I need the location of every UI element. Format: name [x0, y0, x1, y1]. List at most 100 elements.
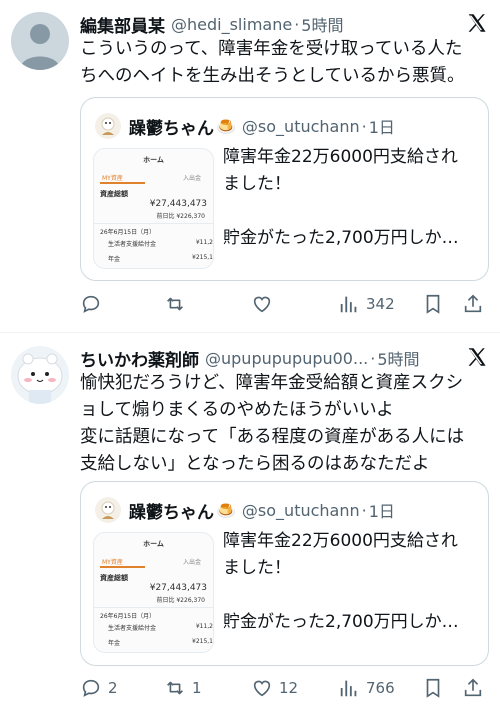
quoted-time: 1日	[368, 118, 395, 137]
x-logo-icon	[468, 14, 486, 32]
heart-icon	[253, 296, 271, 313]
avatar[interactable]	[11, 346, 69, 404]
post-text-line: 変に話題になって「ある程度の資産がある人には	[80, 427, 465, 447]
quoted-header: 躁鬱ちゃん 🍮 @so_utuchann · 1日	[95, 112, 395, 140]
action-bar: 2 1 12 766	[80, 673, 490, 703]
thumb-diff: 前日比 ¥226,370	[156, 213, 205, 220]
like-button[interactable]: 12	[251, 673, 298, 703]
thumb-row1-value: ¥11,2	[195, 623, 213, 630]
share-button[interactable]	[462, 289, 484, 319]
thumb-tab-underline	[100, 182, 145, 184]
views-button[interactable]: 342	[338, 289, 395, 319]
thumb-row1-value: ¥11,2	[195, 239, 213, 246]
bookmark-icon	[426, 294, 440, 314]
share-button[interactable]	[462, 673, 484, 703]
post-text-line: 支給しない」となったら困るのはあなただよ	[80, 454, 430, 474]
views-button[interactable]: 766	[338, 673, 395, 703]
quoted-text: 障害年金22万6000円支給され ました！ 貯金がたった2,700万円しか…	[223, 528, 478, 636]
post-time[interactable]: 5時間	[301, 12, 343, 36]
author-handle[interactable]: @upupupupupu00...	[205, 349, 368, 368]
thumb-label: 資産総額	[100, 574, 128, 582]
pudding-emoji-icon: 🍮	[216, 500, 236, 520]
separator: ·	[370, 348, 376, 368]
divider	[94, 607, 213, 608]
bookmark-button[interactable]	[422, 289, 444, 319]
divider	[94, 223, 213, 224]
separator: ·	[361, 116, 367, 136]
quoted-text-line	[223, 198, 478, 225]
thumb-tab-left: MY資産	[102, 175, 123, 182]
thumb-date: 26年6月15日（月）	[100, 613, 156, 620]
quoted-image[interactable]: ホーム MY資産 入出金 資産総額 ¥27,443,473 前日比 ¥226,3…	[93, 148, 214, 269]
thumb-diff: 前日比 ¥226,370	[156, 597, 205, 604]
thumb-row2-value: ¥215,1	[192, 254, 213, 261]
action-bar: 342	[80, 289, 490, 319]
repost-icon	[167, 681, 183, 695]
x-logo-icon	[468, 348, 486, 366]
bookmark-icon	[426, 678, 440, 698]
share-icon	[464, 294, 482, 313]
default-avatar[interactable]	[11, 12, 69, 70]
analytics-icon	[340, 680, 357, 697]
thumb-tab-underline	[100, 566, 145, 568]
thumb-tab-left: MY資産	[102, 559, 123, 566]
quoted-text-line: 障害年金22万6000円支給され	[223, 147, 458, 167]
quoted-post[interactable]: 躁鬱ちゃん 🍮 @so_utuchann · 1日 ホーム MY資産 入出金 資…	[80, 97, 489, 281]
thumb-tab-right: 入出金	[182, 175, 201, 182]
post-text-line: こういうのって、障害年金を受け取っている人た	[80, 39, 463, 59]
reply-button[interactable]	[80, 289, 108, 319]
post-text-line: ョして煽りまくるのやめたほうがいいよ	[80, 400, 394, 420]
heart-icon	[253, 680, 271, 697]
thumb-tab-home: ホーム	[143, 540, 164, 548]
thumb-date: 26年6月15日（月）	[100, 229, 156, 236]
quoted-image[interactable]: ホーム MY資産 入出金 資産総額 ¥27,443,473 前日比 ¥226,3…	[93, 532, 214, 653]
thumb-total: ¥27,443,473	[149, 199, 207, 209]
thumb-row2-value: ¥215,1	[192, 638, 213, 645]
author-name[interactable]: ちいかわ薬剤師	[80, 346, 199, 371]
separator: ·	[294, 14, 300, 34]
share-icon	[464, 678, 482, 697]
thumb-tab-home: ホーム	[143, 156, 164, 164]
repost-button[interactable]	[164, 289, 192, 319]
quoted-text-line	[223, 582, 478, 609]
author-name[interactable]: 編集部員某	[80, 12, 165, 37]
like-count: 12	[279, 679, 299, 697]
quoted-avatar	[95, 113, 121, 139]
quoted-handle: @so_utuchann	[241, 116, 360, 136]
quoted-text-line: ました！	[223, 558, 291, 578]
author-handle[interactable]: @hedi_slimane	[171, 15, 292, 34]
views-count: 342	[366, 295, 395, 313]
quoted-header: 躁鬱ちゃん 🍮 @so_utuchann · 1日	[95, 496, 395, 524]
quoted-text-line: 障害年金22万6000円支給され	[223, 531, 458, 551]
analytics-icon	[340, 296, 357, 313]
quoted-author-name: 躁鬱ちゃん	[129, 502, 214, 523]
quoted-text-line: ました！	[223, 174, 291, 194]
thumb-total: ¥27,443,473	[149, 583, 207, 593]
bookmark-button[interactable]	[422, 673, 444, 703]
repost-button[interactable]: 1	[164, 673, 202, 703]
post-text-line: ちへのヘイトを生み出そうとしているから悪質。	[80, 66, 465, 86]
quoted-handle: @so_utuchann	[241, 500, 360, 520]
repost-icon	[167, 297, 183, 311]
separator: ·	[361, 500, 367, 520]
reply-icon	[82, 295, 100, 313]
pudding-emoji-icon: 🍮	[216, 116, 236, 136]
post-text: こういうのって、障害年金を受け取っている人た ちへのヘイトを生み出そうとしている…	[80, 36, 490, 90]
quoted-time: 1日	[368, 502, 395, 521]
post-header: ちいかわ薬剤師 @upupupupupu00... · 5時間	[80, 346, 490, 371]
thumb-label: 資産総額	[100, 190, 128, 198]
post[interactable]: 編集部員某 @hedi_slimane · 5時間 こういうのって、障害年金を受…	[0, 0, 500, 333]
quoted-post[interactable]: 躁鬱ちゃん 🍮 @so_utuchann · 1日 ホーム MY資産 入出金 資…	[80, 481, 489, 666]
reply-count: 2	[108, 679, 118, 697]
reply-button[interactable]: 2	[80, 673, 118, 703]
quoted-author-name: 躁鬱ちゃん	[129, 118, 214, 139]
views-count: 766	[366, 679, 395, 697]
post[interactable]: ちいかわ薬剤師 @upupupupupu00... · 5時間 愉快犯だろうけど…	[0, 334, 500, 720]
like-button[interactable]	[251, 289, 279, 319]
reply-icon	[82, 679, 100, 697]
quoted-text: 障害年金22万6000円支給され ました！ 貯金がたった2,700万円しか…	[223, 144, 478, 252]
post-time[interactable]: 5時間	[377, 346, 419, 370]
thumb-tab-right: 入出金	[182, 559, 201, 566]
quoted-text-line: 貯金がたった2,700万円しか…	[223, 228, 459, 248]
repost-count: 1	[192, 679, 202, 697]
